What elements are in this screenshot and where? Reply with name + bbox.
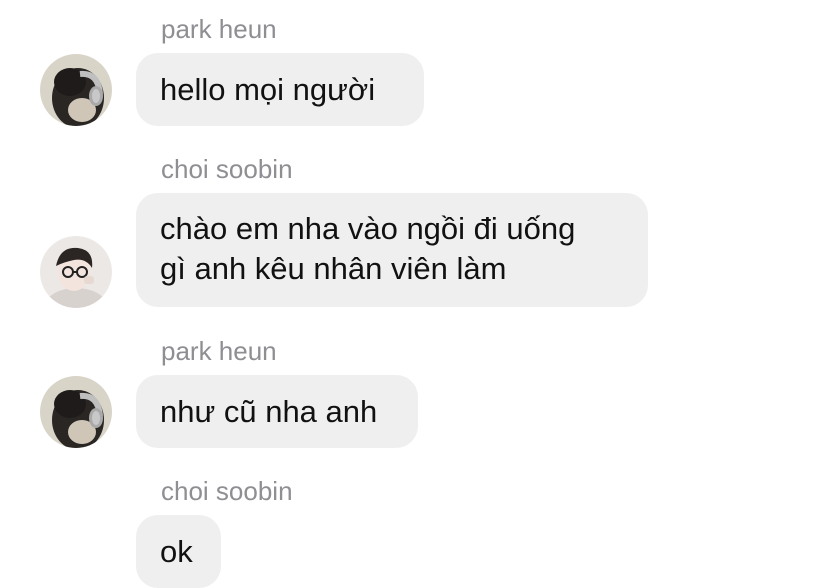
avatar[interactable] [40, 376, 112, 448]
glasses-boy-avatar-icon [40, 236, 112, 308]
sender-name: choi soobin [161, 476, 293, 506]
message-text-line: gì anh kêu nhân viên làm [160, 251, 507, 286]
avatar[interactable] [40, 236, 112, 308]
message-bubble[interactable]: ok [136, 515, 221, 588]
sender-name: park heun [161, 14, 277, 44]
headphones-girl-avatar-icon [40, 376, 112, 448]
sender-name: park heun [161, 336, 277, 366]
message-bubble[interactable]: như cũ nha anh [136, 375, 418, 448]
message-text-line: chào em nha vào ngồi đi uống [160, 211, 576, 246]
message-text: hello mọi người [160, 71, 376, 107]
headphones-girl-avatar-icon [40, 54, 112, 126]
message-bubble[interactable]: chào em nha vào ngồi đi uống gì anh kêu … [136, 193, 648, 307]
message-text: ok [160, 533, 193, 569]
avatar[interactable] [40, 54, 112, 126]
message-bubble[interactable]: hello mọi người [136, 53, 424, 126]
message-text: như cũ nha anh [160, 393, 378, 429]
sender-name: choi soobin [161, 154, 293, 184]
